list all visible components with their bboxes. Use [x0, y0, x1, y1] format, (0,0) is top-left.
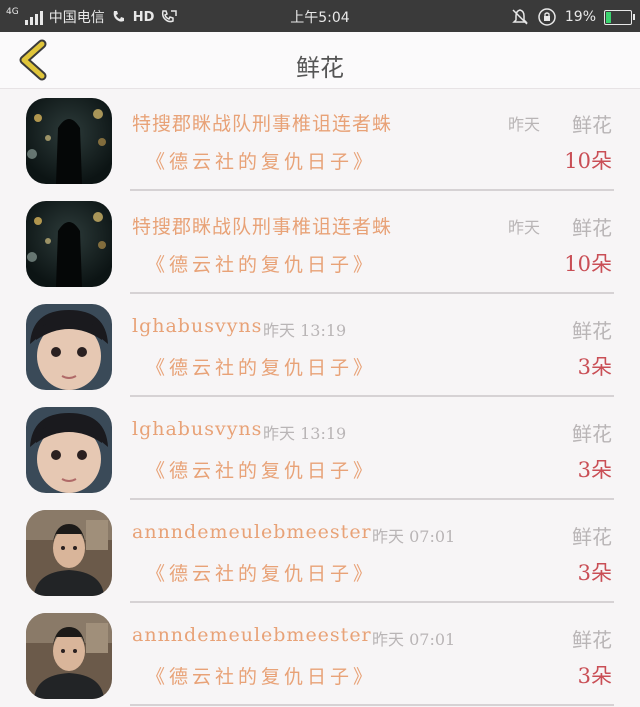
divider	[130, 498, 614, 500]
page-title: 鲜花	[296, 54, 344, 82]
gift-type: 鲜花	[572, 525, 612, 549]
list-item[interactable]: annndemeulebmeester 昨天 07:01 鲜花 《德云社的复仇日…	[0, 604, 640, 707]
divider	[130, 189, 614, 191]
gift-list: 特搜郡眯战队刑事椎诅连者蛛 昨天 鲜花 《德云社的复仇日子》 10朵 特搜郡眯战…	[0, 89, 640, 707]
bell-muted-icon	[512, 9, 528, 25]
book-title[interactable]: 《德云社的复仇日子》	[146, 353, 376, 380]
sender-name: annndemeulebmeester	[132, 521, 372, 543]
list-item[interactable]: 特搜郡眯战队刑事椎诅连者蛛 昨天 鲜花 《德云社的复仇日子》 10朵	[0, 89, 640, 192]
gift-type: 鲜花	[572, 628, 612, 652]
rotation-lock-icon	[538, 8, 556, 26]
avatar[interactable]	[26, 201, 112, 287]
sender-name: 特搜郡眯战队刑事椎诅连者蛛	[132, 113, 393, 135]
gift-count: 3朵	[577, 355, 612, 379]
gift-count: 10朵	[564, 252, 612, 276]
avatar[interactable]	[26, 407, 112, 493]
book-title[interactable]: 《德云社的复仇日子》	[146, 559, 376, 586]
gift-type: 鲜花	[572, 422, 612, 446]
list-item[interactable]: annndemeulebmeester 昨天 07:01 鲜花 《德云社的复仇日…	[0, 501, 640, 604]
avatar[interactable]	[26, 510, 112, 596]
send-time: 昨天	[508, 218, 541, 237]
sender-name: lghabusvyns	[132, 315, 263, 337]
header: 鲜花	[0, 32, 640, 89]
gift-count: 10朵	[564, 149, 612, 173]
gift-count: 3朵	[577, 561, 612, 585]
book-title[interactable]: 《德云社的复仇日子》	[146, 147, 376, 174]
sender-name: 特搜郡眯战队刑事椎诅连者蛛	[132, 216, 393, 238]
gift-count: 3朵	[577, 458, 612, 482]
list-item[interactable]: lghabusvyns 昨天 13:19 鲜花 《德云社的复仇日子》 3朵	[0, 295, 640, 398]
book-title[interactable]: 《德云社的复仇日子》	[146, 250, 376, 277]
battery-percent: 19%	[564, 9, 596, 25]
gift-type: 鲜花	[572, 319, 612, 343]
avatar[interactable]	[26, 613, 112, 699]
sender-name: lghabusvyns	[132, 418, 263, 440]
status-bar: 4G 中国电信 HD 上午5:04 19%	[0, 0, 640, 32]
avatar[interactable]	[26, 304, 112, 390]
send-time: 昨天 13:19	[263, 424, 347, 443]
send-time: 昨天 13:19	[263, 321, 347, 340]
book-title[interactable]: 《德云社的复仇日子》	[146, 662, 376, 689]
divider	[130, 292, 614, 294]
book-title[interactable]: 《德云社的复仇日子》	[146, 456, 376, 483]
send-time: 昨天	[508, 115, 541, 134]
divider	[130, 601, 614, 603]
avatar[interactable]	[26, 98, 112, 184]
battery-icon	[604, 9, 635, 25]
list-item[interactable]: lghabusvyns 昨天 13:19 鲜花 《德云社的复仇日子》 3朵	[0, 398, 640, 501]
send-time: 昨天 07:01	[372, 527, 456, 546]
status-right: 19%	[511, 7, 635, 27]
gift-count: 3朵	[577, 664, 612, 688]
gift-type: 鲜花	[572, 216, 612, 240]
list-item[interactable]: 特搜郡眯战队刑事椎诅连者蛛 昨天 鲜花 《德云社的复仇日子》 10朵	[0, 192, 640, 295]
sender-name: annndemeulebmeester	[132, 624, 372, 646]
gift-type: 鲜花	[572, 113, 612, 137]
send-time: 昨天 07:01	[372, 630, 456, 649]
divider	[130, 395, 614, 397]
battery-fill	[606, 11, 611, 23]
